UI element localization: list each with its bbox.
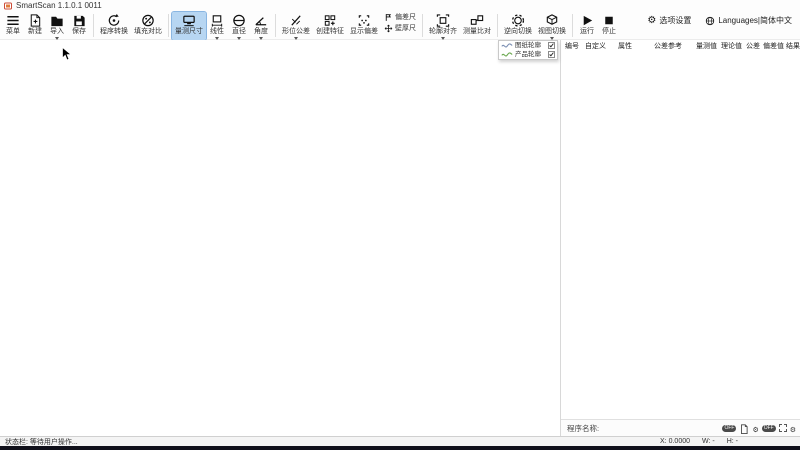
options-settings-button[interactable]: ⚙ 选项设置 — [647, 15, 691, 26]
toolbar-separator — [168, 14, 169, 37]
toolbar-item-diameter-dimension[interactable]: 直径 — [228, 12, 250, 40]
diameter-dimension-icon — [231, 13, 247, 28]
contour-wave-icon — [501, 51, 513, 58]
measure-compare-icon — [469, 13, 485, 28]
toolbar-separator — [497, 14, 498, 37]
results-panel: 编号 自定义 属性 公差参考 量测值 理论值 公差 偏差值 结果 程序名称: O… — [560, 40, 800, 436]
height-readout: H: - — [727, 438, 738, 445]
linear-dimension-icon — [209, 13, 225, 28]
capture-frame-icon[interactable] — [779, 424, 787, 432]
column-header[interactable]: 结果 — [786, 41, 800, 51]
language-switcher[interactable]: Languages|简体中文 — [705, 15, 792, 26]
column-header[interactable]: 属性 — [618, 41, 632, 51]
panel-footer-controls: OFF ⚙ OFF ⚙ — [722, 423, 796, 434]
main-body: 编号 自定义 属性 公差参考 量测值 理论值 公差 偏差值 结果 程序名称: O… — [0, 40, 800, 436]
toolbar-item-deviation-ruler[interactable]: 偏差尺 — [384, 13, 416, 22]
drawing-contour-option[interactable]: 图纸轮廓 — [499, 41, 557, 50]
toolbar-item-create-feature[interactable]: 创建特征 — [313, 12, 347, 40]
title-bar: SmartScan 1.1.0.1 0011 — [0, 0, 800, 11]
report-page-icon[interactable] — [739, 423, 749, 434]
results-table-body[interactable] — [561, 52, 800, 419]
mouse-cursor-icon — [62, 47, 72, 61]
toolbar-ruler-stack: 偏差尺 壁厚尺 — [381, 12, 419, 34]
toolbar-item-run[interactable]: 运行 — [576, 12, 598, 40]
globe-icon — [705, 16, 715, 26]
column-header[interactable]: 编号 — [565, 41, 579, 51]
panel-footer: 程序名称: OFF ⚙ OFF ⚙ — [561, 419, 800, 436]
program-convert-icon — [106, 13, 122, 28]
results-table-header: 编号 自定义 属性 公差参考 量测值 理论值 公差 偏差值 结果 — [561, 40, 800, 52]
column-header[interactable]: 自定义 — [585, 41, 606, 51]
column-header[interactable]: 公差参考 — [654, 41, 682, 51]
coordinate-readout: X: 0.0000 W: - H: - — [660, 438, 738, 445]
fill-compare-icon — [140, 13, 156, 28]
program-name-label: 程序名称: — [567, 423, 599, 434]
x-coordinate: X: 0.0000 — [660, 438, 690, 445]
toolbar-item-angle-dimension[interactable]: 角度 — [250, 12, 272, 40]
angle-dimension-icon — [253, 13, 269, 28]
main-toolbar: 菜单 新建 导入 保存 程序转换 填充对比 量测尺寸 线性 直径 角度 — [0, 11, 800, 40]
column-header[interactable]: 理论值 — [721, 41, 742, 51]
toolbar-item-show-deviation[interactable]: 显示偏差 — [347, 12, 381, 40]
measure-dimension-icon — [181, 13, 197, 28]
toolbar-item-import[interactable]: 导入 — [46, 12, 68, 40]
toolbar-item-new[interactable]: 新建 — [24, 12, 46, 40]
toolbar-separator — [275, 14, 276, 37]
reverse-switch-icon — [510, 13, 526, 28]
new-file-icon — [27, 13, 43, 28]
viewport-canvas[interactable] — [0, 40, 560, 436]
width-readout: W: - — [702, 438, 715, 445]
view-switch-icon — [544, 13, 560, 28]
status-message: 状态栏: 等待用户操作... — [5, 437, 78, 447]
contour-wave-icon — [501, 42, 513, 49]
toggle-switch[interactable]: OFF — [722, 425, 736, 432]
toolbar-separator — [572, 14, 573, 37]
column-header[interactable]: 偏差值 — [763, 41, 784, 51]
create-feature-icon — [322, 13, 338, 28]
app-logo-icon — [4, 2, 12, 10]
toolbar-item-view-switch[interactable]: 视图切换 — [535, 12, 569, 40]
toolbar-right-group: ⚙ 选项设置 Languages|简体中文 — [647, 15, 792, 26]
contour-align-icon — [435, 13, 451, 28]
thickness-ruler-icon — [384, 24, 393, 33]
toolbar-item-linear-dimension[interactable]: 线性 — [206, 12, 228, 40]
gear-icon[interactable]: ⚙ — [790, 427, 796, 434]
toolbar-separator — [93, 14, 94, 37]
checkbox-checked-icon[interactable] — [548, 51, 555, 58]
deviation-ruler-icon — [384, 13, 393, 22]
gear-icon: ⚙ — [647, 16, 656, 26]
toolbar-separator — [422, 14, 423, 37]
column-header[interactable]: 量测值 — [696, 41, 717, 51]
stop-icon — [601, 13, 617, 28]
checkbox-checked-icon[interactable] — [548, 42, 555, 49]
toolbar-item-program-convert[interactable]: 程序转换 — [97, 12, 131, 40]
toolbar-item-gdt-tolerance[interactable]: 形位公差 — [279, 12, 313, 40]
toolbar-item-reverse-switch[interactable]: 逆向切换 — [501, 12, 535, 40]
menu-icon — [5, 13, 21, 28]
contour-display-popup: 图纸轮廓 产品轮廓 — [498, 40, 558, 60]
status-bar: 状态栏: 等待用户操作... X: 0.0000 W: - H: - — [0, 436, 800, 446]
show-deviation-icon — [356, 13, 372, 28]
bottom-edge-bar — [0, 446, 800, 450]
save-icon — [71, 13, 87, 28]
toolbar-item-measure-compare[interactable]: 测量比对 — [460, 12, 494, 40]
import-folder-icon — [49, 13, 65, 28]
toggle-switch[interactable]: OFF — [762, 425, 776, 432]
toolbar-item-contour-align[interactable]: 轮廓对齐 — [426, 12, 460, 40]
toolbar-item-fill-compare[interactable]: 填充对比 — [131, 12, 165, 40]
gdt-tolerance-icon — [288, 13, 304, 28]
column-header[interactable]: 公差 — [746, 41, 760, 51]
run-icon — [579, 13, 595, 28]
toolbar-item-thickness-ruler[interactable]: 壁厚尺 — [384, 24, 416, 33]
toolbar-item-measure-dimension[interactable]: 量测尺寸 — [172, 12, 206, 40]
window-title: SmartScan 1.1.0.1 0011 — [16, 2, 102, 10]
toolbar-item-save[interactable]: 保存 — [68, 12, 90, 40]
product-contour-option[interactable]: 产品轮廓 — [499, 50, 557, 59]
toolbar-item-menu[interactable]: 菜单 — [2, 12, 24, 40]
gear-icon[interactable]: ⚙ — [752, 427, 758, 434]
toolbar-item-stop[interactable]: 停止 — [598, 12, 620, 40]
